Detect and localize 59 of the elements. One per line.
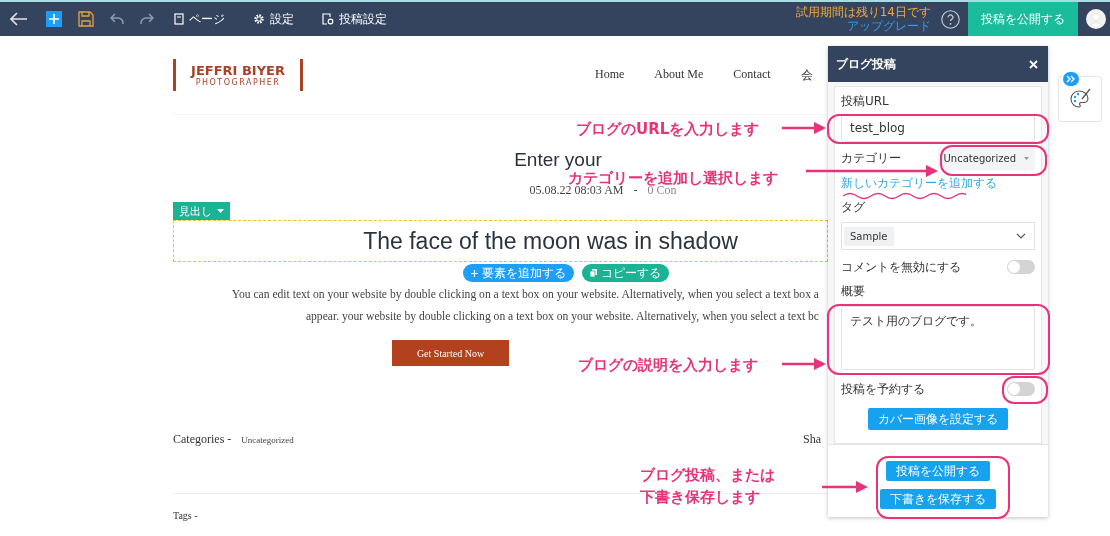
toggle-switch[interactable] (1007, 382, 1035, 396)
toggle-label: コメントを無効にする (841, 260, 961, 274)
avatar-icon[interactable] (1086, 9, 1106, 29)
selected-heading-frame[interactable]: The face of the moon was in shadow (173, 220, 828, 262)
post-heading: The face of the moon was in shadow (363, 227, 738, 255)
document-gear-icon (322, 13, 334, 25)
settings-icon (253, 13, 265, 25)
tags-label: Tags - (173, 510, 199, 521)
toggle-switch[interactable] (1007, 260, 1035, 274)
annotation-text: ブログのURLを入力します (576, 119, 760, 140)
nav-link[interactable]: Contact (733, 66, 771, 84)
separator: - (633, 183, 638, 198)
caret-icon (217, 209, 224, 213)
field-label: タグ (841, 200, 865, 214)
undo-icon[interactable] (110, 13, 124, 25)
chevron-down-icon (1016, 233, 1026, 239)
nav-link[interactable]: 会 (800, 66, 813, 84)
field-label: カテゴリー (841, 151, 901, 165)
field-label: 概要 (841, 284, 865, 298)
categories-label: Categories - (173, 432, 232, 447)
nav-link[interactable]: About Me (654, 66, 704, 84)
plus-icon (471, 269, 478, 277)
body-text-line: You can edit text on your website by double clicking on a text box on your website. Alternatively, when you select a text box a (231, 287, 819, 303)
tag-select-field[interactable]: Sample (841, 222, 1035, 250)
category-value: Uncategorized (241, 435, 294, 445)
post-title: Enter your (513, 149, 603, 170)
copy-icon (590, 269, 597, 277)
body-text-line: appear. your website by double clicking on a text box on your website. Alternatively, when you select a text bc (305, 309, 819, 325)
annotation-arrow (822, 481, 868, 493)
toolbar-menu-item[interactable]: ページ (174, 10, 225, 28)
double-chevron-icon[interactable] (1063, 72, 1079, 86)
close-icon[interactable] (1029, 59, 1038, 69)
toolbar-menu-item[interactable]: 投稿設定 (322, 10, 387, 28)
annotation-arrow (782, 358, 826, 370)
url-input-field[interactable]: test_blog (841, 114, 1035, 142)
trial-notice: 試用期間は残り14日です (795, 5, 931, 19)
upgrade-link[interactable]: アップグレード (847, 19, 931, 33)
save-icon[interactable] (78, 11, 94, 27)
add-icon[interactable] (46, 11, 62, 27)
nav-link[interactable]: Home (595, 66, 625, 84)
get-started-button[interactable]: Get Started Now (392, 340, 509, 366)
annotation-text: ブログ投稿、または 下書き保存します (640, 465, 775, 508)
annotation-text: ブログの説明を入力します (578, 355, 758, 376)
toolbar-menu-item[interactable]: 設定 (253, 10, 294, 28)
share-label: Sha (803, 432, 821, 447)
palette-brush-icon (1069, 88, 1091, 110)
back-arrow-icon[interactable] (10, 12, 28, 26)
logo[interactable]: JEFFRI BIYER PHOTOGRAPHER (173, 59, 303, 91)
page-icon (174, 13, 184, 25)
category-dropdown[interactable]: Uncategorized (937, 146, 1035, 170)
toggle-label: 投稿を予約する (841, 382, 925, 396)
summary-text-area[interactable]: テスト用のブログです。 (841, 306, 1035, 370)
caret-icon (1024, 156, 1029, 160)
annotation-arrow (782, 122, 826, 134)
redo-icon[interactable] (140, 13, 154, 25)
tag-chip[interactable]: Sample (844, 226, 894, 246)
panel-title: ブログ投稿 (836, 55, 896, 73)
help-icon[interactable] (941, 9, 960, 29)
field-label: 投稿URL (841, 94, 889, 108)
